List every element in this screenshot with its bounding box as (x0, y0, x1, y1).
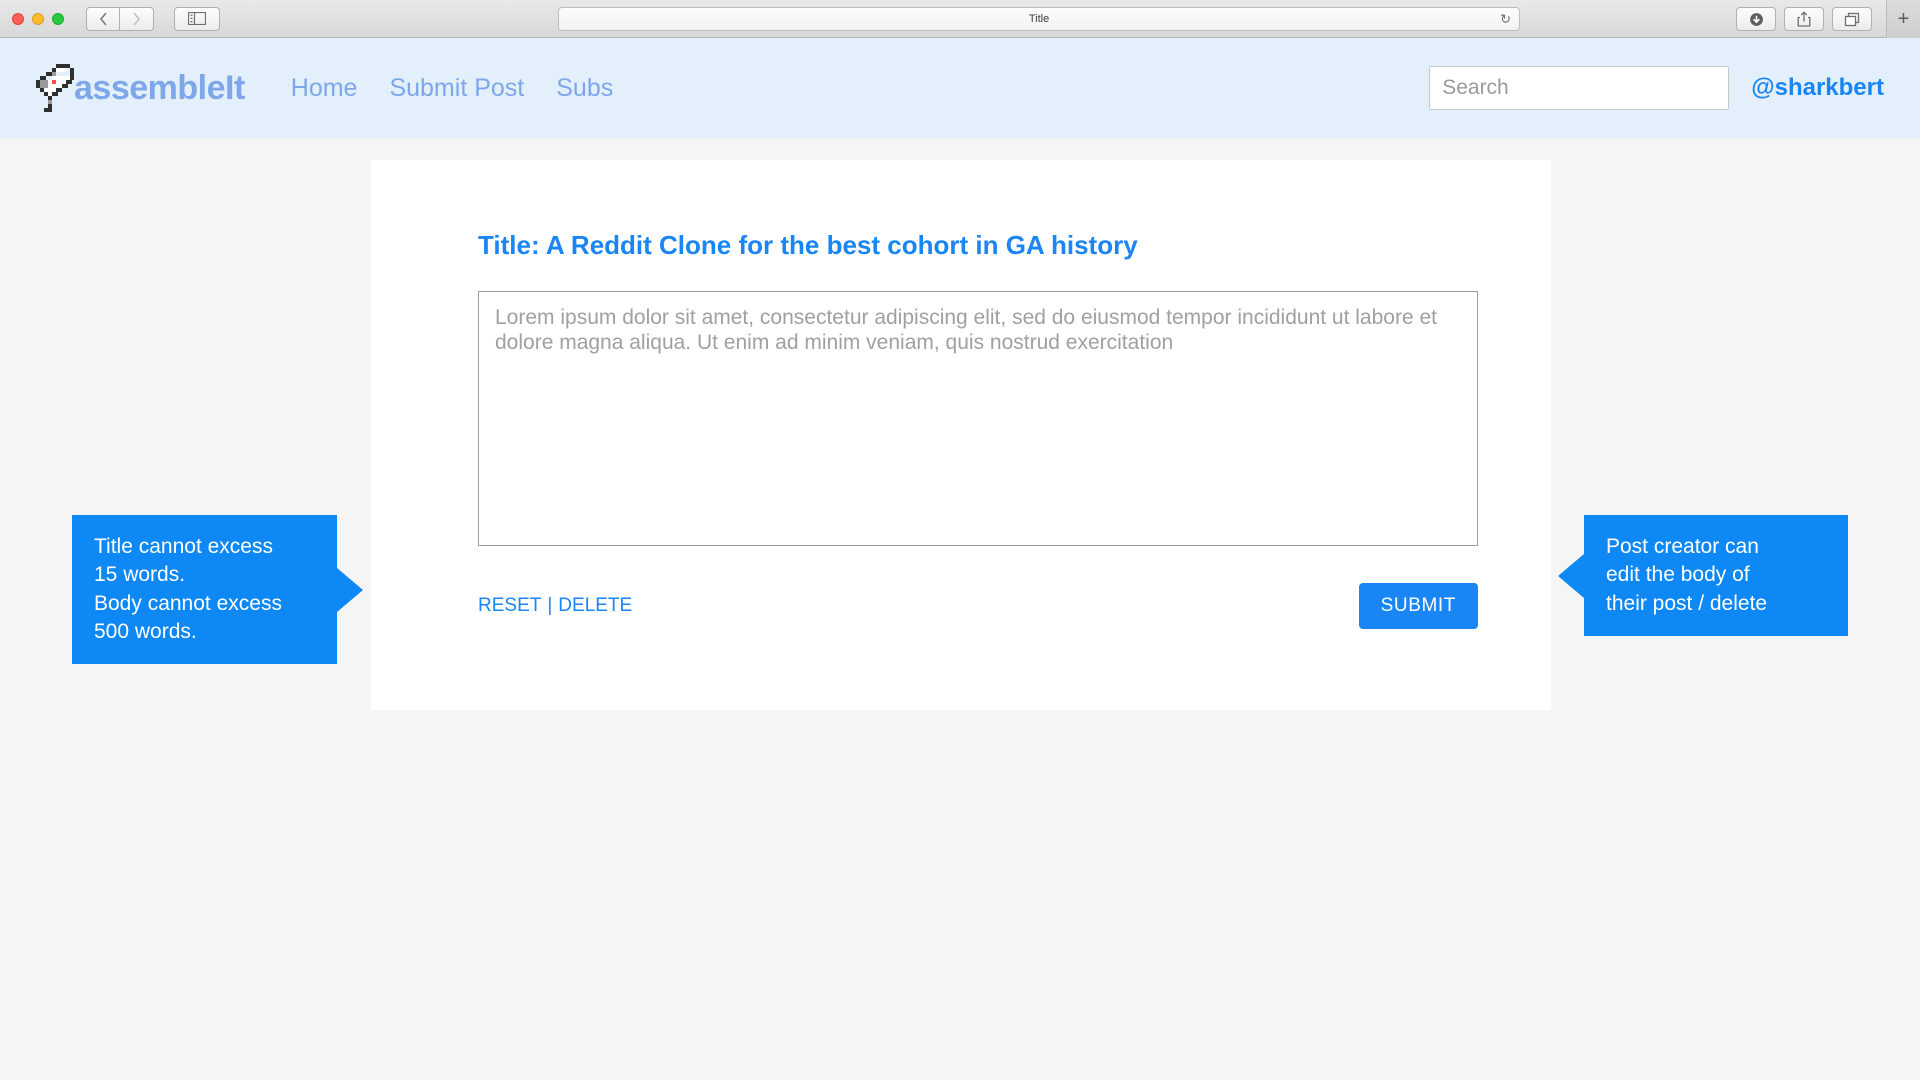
reload-icon[interactable]: ↻ (1500, 12, 1511, 25)
forward-button[interactable] (120, 6, 154, 31)
post-editor-inner: Title: A Reddit Clone for the best cohor… (371, 160, 1551, 629)
share-icon (1797, 11, 1811, 27)
brand-name: assembleIt (74, 68, 245, 107)
navigation-button-group (86, 6, 154, 31)
post-editor-card: Title: A Reddit Clone for the best cohor… (371, 160, 1551, 710)
site-header: assembleIt Home Submit Post Subs @sharkb… (0, 38, 1920, 138)
chevron-right-icon (133, 11, 141, 26)
page-body: Title: A Reddit Clone for the best cohor… (0, 138, 1920, 1080)
post-body-textarea[interactable] (478, 291, 1478, 546)
annotation-callout-left: Title cannot excess 15 words. Body canno… (72, 515, 337, 665)
chevron-left-icon (99, 11, 107, 26)
address-bar-container: Title ↻ (558, 6, 1520, 31)
nav-item-home[interactable]: Home (291, 74, 358, 103)
username-link[interactable]: @sharkbert (1751, 74, 1884, 102)
window-controls (0, 12, 64, 25)
close-window-button[interactable] (12, 12, 24, 25)
address-bar[interactable]: Title ↻ (558, 6, 1520, 31)
new-tab-button[interactable]: + (1886, 0, 1920, 38)
maximize-window-button[interactable] (52, 12, 64, 25)
header-right-group: @sharkbert (1429, 66, 1884, 110)
post-actions-row: RESET | DELETE SUBMIT (478, 583, 1478, 629)
reset-link[interactable]: RESET (478, 595, 541, 617)
page-title-text: Title (1028, 12, 1050, 25)
download-icon (1749, 12, 1763, 26)
downloads-button[interactable] (1736, 7, 1776, 31)
brand-logo[interactable]: assembleIt (30, 60, 245, 116)
back-button[interactable] (86, 6, 120, 31)
nav-item-subs[interactable]: Subs (556, 74, 613, 103)
action-separator: | (547, 595, 553, 616)
post-title: Title: A Reddit Clone for the best cohor… (478, 230, 1138, 260)
search-input[interactable] (1429, 66, 1730, 110)
share-button[interactable] (1784, 7, 1824, 31)
submit-button[interactable]: SUBMIT (1358, 583, 1478, 629)
secondary-actions: RESET | DELETE (478, 595, 632, 617)
chrome-toolbar-right: + (1736, 0, 1920, 38)
annotation-left-text: Title cannot excess 15 words. Body canno… (94, 535, 282, 644)
delete-link[interactable]: DELETE (558, 595, 632, 617)
main-navigation: Home Submit Post Subs (291, 74, 613, 103)
browser-chrome: Title ↻ + (0, 0, 1920, 38)
tabs-icon (1844, 12, 1860, 26)
annotation-right-text: Post creator can edit the body of their … (1606, 535, 1768, 615)
show-tabs-button[interactable] (1832, 7, 1872, 31)
nav-item-submit-post[interactable]: Submit Post (389, 74, 524, 103)
toggle-sidebar-button[interactable] (174, 6, 220, 31)
minimize-window-button[interactable] (32, 12, 44, 25)
annotation-callout-right: Post creator can edit the body of their … (1584, 515, 1848, 637)
sidebar-icon (188, 12, 206, 25)
